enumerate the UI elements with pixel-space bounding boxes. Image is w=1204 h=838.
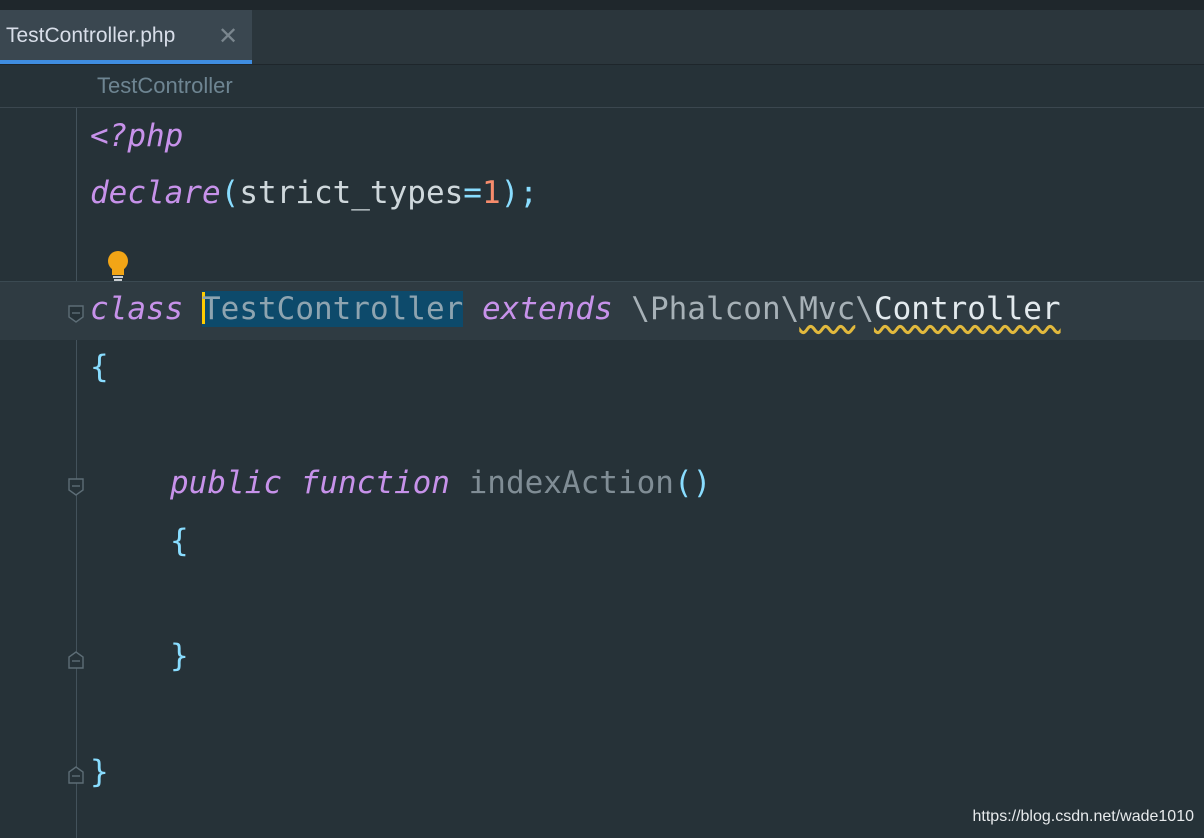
namespace-separator: \ (855, 291, 874, 327)
fold-end-marker-icon[interactable] (68, 766, 84, 784)
breadcrumb-bar: TestController (0, 65, 1204, 108)
fold-marker-icon[interactable] (68, 305, 84, 323)
extends-keyword: extends (481, 291, 613, 327)
code-editor[interactable]: <?php declare(strict_types=1); class Tes… (0, 108, 1204, 838)
declare-keyword: declare (90, 175, 221, 211)
close-icon[interactable]: ✕ (218, 22, 238, 51)
method-parens: () (673, 465, 712, 501)
fold-end-marker-icon[interactable] (68, 651, 84, 669)
php-open-tag: <?php (90, 118, 184, 154)
fold-marker-icon[interactable] (68, 478, 84, 496)
code-line-method-open-brace[interactable]: { (170, 523, 189, 559)
code-line-method[interactable]: public function indexAction() (170, 465, 711, 501)
public-keyword: public (170, 465, 282, 501)
function-keyword: function (300, 465, 450, 501)
code-line-method-close-brace[interactable]: } (170, 638, 189, 674)
tab-label: TestController.php (6, 24, 176, 47)
breadcrumb[interactable]: TestController (97, 73, 233, 99)
parent-class-name[interactable]: Controller (874, 291, 1061, 327)
fold-guide-line (76, 108, 77, 838)
tab-testcontroller-php[interactable]: TestController.php ✕ (0, 10, 252, 64)
class-name: TestController (202, 291, 464, 327)
namespace-phalcon: \Phalcon\ (631, 291, 800, 327)
code-line-1[interactable]: <?php (90, 118, 183, 154)
watermark-url: https://blog.csdn.net/wade1010 (972, 808, 1195, 825)
namespace-mvc[interactable]: Mvc (799, 291, 855, 327)
class-name-selection[interactable]: TestController (202, 291, 464, 327)
class-keyword: class (90, 291, 184, 327)
strict-types-arg: strict_types (239, 175, 464, 211)
paren-open: ( (220, 175, 240, 211)
editor-tab-bar: TestController.php ✕ (0, 10, 1204, 65)
window-top-strip (0, 0, 1204, 10)
method-name: indexAction (468, 465, 674, 501)
code-line-class[interactable]: class TestController extends \Phalcon\Mv… (90, 291, 1061, 327)
equals-sign: = (463, 175, 482, 211)
code-line-2[interactable]: declare(strict_types=1); (90, 175, 538, 211)
code-line-class-close-brace[interactable]: } (90, 754, 109, 790)
number-literal: 1 (481, 175, 501, 211)
paren-close: ); (500, 175, 538, 211)
lightbulb-icon[interactable] (106, 250, 130, 284)
code-line-class-open-brace[interactable]: { (90, 349, 109, 385)
